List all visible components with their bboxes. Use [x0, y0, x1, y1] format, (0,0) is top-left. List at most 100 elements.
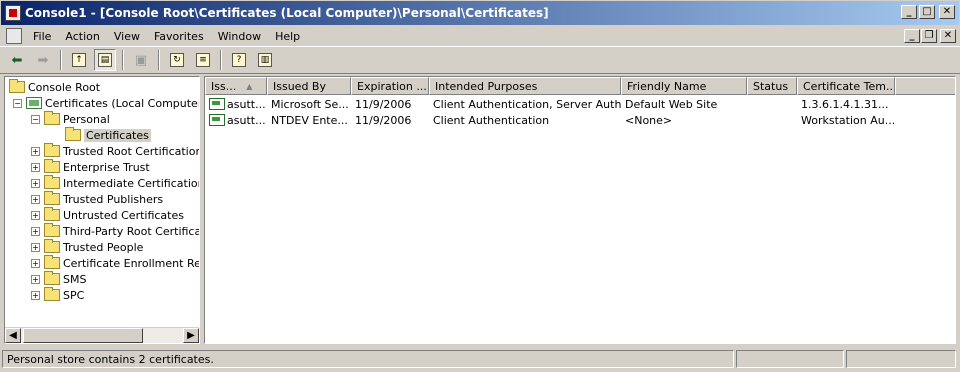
- column-header-expiration[interactable]: Expiration ...: [351, 77, 429, 95]
- expand-toggle[interactable]: +: [31, 242, 40, 252]
- maximize-button[interactable]: □: [919, 5, 935, 19]
- toolbar: ⬅ ➡ ↑ ▤ ▣ ↻ ≡ ? ▥: [0, 46, 960, 74]
- export-list-icon: ≡: [196, 53, 210, 67]
- child-close-button[interactable]: ✕: [940, 29, 956, 43]
- up-one-level-button[interactable]: ↑: [68, 49, 90, 71]
- tree-node-label: Untrusted Certificates: [63, 208, 184, 222]
- tree-node-certificates-local-computer[interactable]: − Certificates (Local Computer): [13, 95, 199, 111]
- show-hide-action-pane-button[interactable]: ▥: [254, 49, 276, 71]
- expand-toggle[interactable]: +: [31, 226, 40, 236]
- folder-icon: [44, 239, 60, 253]
- refresh-button[interactable]: ↻: [166, 49, 188, 71]
- status-text: Personal store contains 2 certificates.: [2, 350, 734, 368]
- column-label: Iss...: [211, 79, 237, 93]
- title-bar: Console1 - [Console Root\Certificates (L…: [0, 0, 960, 26]
- tree-node-personal-certificates[interactable]: Certificates: [65, 127, 151, 143]
- expand-toggle[interactable]: +: [31, 146, 40, 156]
- menu-action[interactable]: Action: [58, 30, 106, 43]
- cell-friendly-name: <None>: [625, 113, 673, 127]
- tree-node-intermediate[interactable]: + Intermediate Certification A: [31, 175, 200, 191]
- folder-icon: [44, 191, 60, 205]
- menu-file[interactable]: File: [26, 30, 58, 43]
- certificate-list[interactable]: Iss... ▲ Issued By Expiration ... Intend…: [204, 76, 956, 344]
- child-restore-button[interactable]: ❐: [921, 29, 937, 43]
- expand-toggle[interactable]: +: [31, 178, 40, 188]
- console-document-icon[interactable]: [6, 28, 22, 44]
- column-header-issued-by[interactable]: Issued By: [267, 77, 351, 95]
- tree-horizontal-scrollbar[interactable]: ◀ ▶: [5, 327, 199, 343]
- toolbar-separator: [158, 50, 160, 70]
- tree-node-label: Certificates: [84, 128, 151, 142]
- expand-toggle[interactable]: +: [31, 274, 40, 284]
- back-button[interactable]: ⬅: [6, 49, 28, 71]
- expand-toggle[interactable]: +: [31, 162, 40, 172]
- column-header-certificate-template[interactable]: Certificate Tem...: [797, 77, 895, 95]
- expand-toggle[interactable]: +: [31, 194, 40, 204]
- tree-node-console-root[interactable]: Console Root: [9, 79, 100, 95]
- help-icon: ?: [232, 53, 246, 67]
- menu-view[interactable]: View: [107, 30, 147, 43]
- folder-icon: [44, 159, 60, 173]
- tree-node-sms[interactable]: + SMS: [31, 271, 86, 287]
- collapse-toggle[interactable]: −: [13, 98, 22, 108]
- expand-toggle[interactable]: +: [31, 258, 40, 268]
- folder-icon: [44, 271, 60, 285]
- show-hide-tree-icon: ▤: [98, 53, 112, 67]
- tree-node-enrollment-requests[interactable]: + Certificate Enrollment Requ: [31, 255, 199, 271]
- tree-node-label: Trusted People: [63, 240, 144, 254]
- column-header-issued-to[interactable]: Iss... ▲: [205, 77, 267, 95]
- show-hide-action-pane-icon: ▥: [258, 53, 272, 67]
- open-folder-icon: [65, 127, 81, 141]
- tree-node-label: Intermediate Certification A: [63, 176, 200, 190]
- export-list-button[interactable]: ≡: [192, 49, 214, 71]
- folder-icon: [44, 255, 60, 269]
- tree-node-spc[interactable]: + SPC: [31, 287, 84, 303]
- tree-node-label: Trusted Root Certification A: [63, 144, 200, 158]
- menu-window[interactable]: Window: [211, 30, 268, 43]
- show-hide-tree-button[interactable]: ▤: [94, 49, 116, 71]
- scroll-left-button[interactable]: ◀: [5, 328, 21, 343]
- cell-status: [751, 96, 797, 112]
- tree-node-trusted-publishers[interactable]: + Trusted Publishers: [31, 191, 163, 207]
- close-button[interactable]: ✕: [939, 5, 955, 19]
- expand-toggle[interactable]: +: [31, 210, 40, 220]
- tree-node-enterprise-trust[interactable]: + Enterprise Trust: [31, 159, 150, 175]
- certificate-icon: [209, 114, 225, 126]
- column-header-intended-purposes[interactable]: Intended Purposes: [429, 77, 621, 95]
- forward-button[interactable]: ➡: [32, 49, 54, 71]
- column-header-friendly-name[interactable]: Friendly Name: [621, 77, 747, 95]
- column-header-status[interactable]: Status: [747, 77, 797, 95]
- status-panel-3: [846, 350, 956, 368]
- toolbar-separator: [60, 50, 62, 70]
- cell-issued-to: asutt...: [209, 112, 267, 128]
- menu-help[interactable]: Help: [268, 30, 307, 43]
- child-minimize-button[interactable]: _: [904, 29, 920, 43]
- tree-node-personal[interactable]: − Personal: [31, 111, 110, 127]
- tree-node-third-party-root[interactable]: + Third-Party Root Certificatio: [31, 223, 199, 239]
- delete-button[interactable]: ▣: [130, 49, 152, 71]
- expand-toggle[interactable]: +: [31, 290, 40, 300]
- cell-friendly-name: Default Web Site: [625, 97, 718, 111]
- tree-node-label: Enterprise Trust: [63, 160, 150, 174]
- folder-icon: [44, 223, 60, 237]
- folder-icon: [44, 111, 60, 125]
- console-tree[interactable]: Console Root − Certificates (Local Compu…: [4, 76, 200, 344]
- toolbar-separator: [122, 50, 124, 70]
- tree-node-untrusted[interactable]: + Untrusted Certificates: [31, 207, 184, 223]
- back-arrow-icon: ⬅: [11, 52, 23, 68]
- cell-expiration: 11/9/2006: [355, 113, 412, 127]
- scroll-right-button[interactable]: ▶: [183, 328, 199, 343]
- menu-favorites[interactable]: Favorites: [147, 30, 211, 43]
- toolbar-separator: [220, 50, 222, 70]
- mmc-app-icon[interactable]: [5, 5, 21, 21]
- tree-node-trusted-root[interactable]: + Trusted Root Certification A: [31, 143, 200, 159]
- status-panel-2: [736, 350, 844, 368]
- help-button[interactable]: ?: [228, 49, 250, 71]
- tree-node-trusted-people[interactable]: + Trusted People: [31, 239, 143, 255]
- column-header-filler: [895, 77, 955, 95]
- cell-issued-to: asutt...: [209, 96, 267, 112]
- scroll-thumb[interactable]: [23, 328, 143, 343]
- minimize-button[interactable]: _: [901, 5, 917, 19]
- status-bar: Personal store contains 2 certificates.: [0, 348, 960, 370]
- collapse-toggle[interactable]: −: [31, 114, 40, 124]
